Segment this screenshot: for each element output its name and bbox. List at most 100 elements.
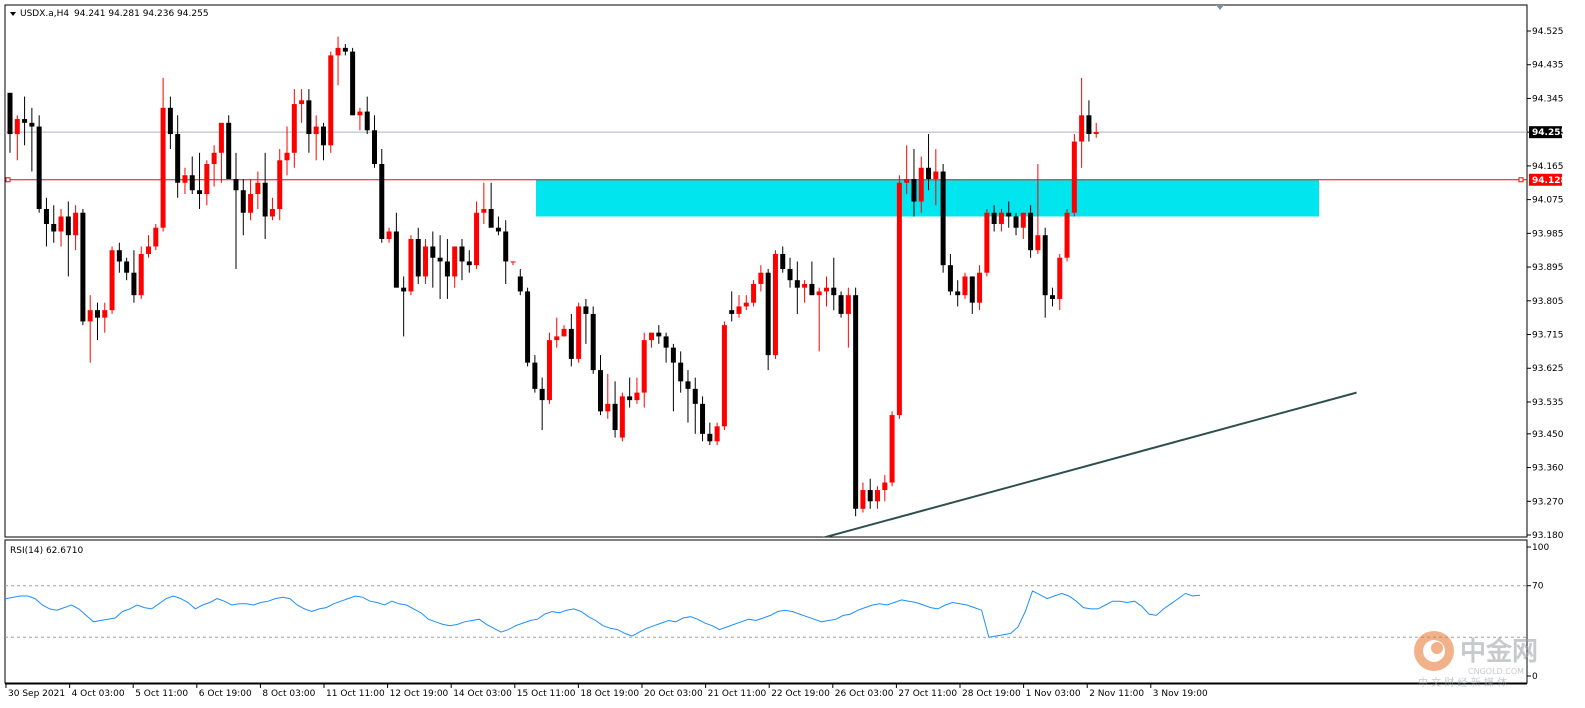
candle-body [131, 272, 137, 296]
price-tick-label: 93.270 [1532, 497, 1564, 507]
candle [80, 208, 86, 326]
candle [408, 235, 414, 296]
candle-body [955, 291, 961, 296]
candle [838, 291, 844, 318]
candle-body [58, 216, 64, 232]
candle-body [218, 122, 224, 153]
candle [350, 47, 356, 116]
candle-body [896, 182, 902, 416]
level-line-handle-right[interactable] [1518, 177, 1524, 183]
candle-body [1071, 141, 1077, 213]
time-tick-label: 11 Oct 11:00 [326, 689, 385, 699]
candle-body [1064, 212, 1070, 258]
candle [1064, 208, 1070, 262]
candle-body [656, 332, 662, 337]
candle-body [597, 370, 603, 412]
candle-body [546, 340, 552, 401]
candle [765, 268, 771, 371]
candle-body [991, 212, 997, 224]
price-tick-label: 94.165 [1532, 162, 1564, 172]
candle-body [291, 104, 297, 153]
candle-body [670, 347, 676, 363]
candle-body [408, 238, 414, 292]
candle-body [474, 212, 480, 266]
level-line-handle-left[interactable] [5, 177, 11, 183]
price-tick-label: 93.805 [1532, 297, 1564, 307]
candle-body [721, 325, 727, 427]
candle-body [853, 295, 859, 509]
symbol-label: USDX.a,H4 [20, 9, 69, 19]
candle-body [189, 175, 195, 191]
candle-body [685, 381, 691, 389]
price-tick-label: 93.715 [1532, 331, 1564, 341]
candle-body [14, 119, 20, 135]
candle-body [736, 306, 742, 314]
price-tick-label: 93.180 [1532, 531, 1564, 541]
candle-body [802, 283, 808, 288]
candle-body [700, 403, 706, 434]
candle-body [43, 208, 49, 224]
candle-body [102, 310, 108, 318]
price-tick-label: 93.895 [1532, 263, 1564, 273]
price-tick-label: 93.985 [1532, 229, 1564, 239]
candle-body [328, 55, 334, 146]
candle-body [867, 490, 873, 502]
level-price-tag: 94.128 [1532, 176, 1567, 186]
time-tick-label: 28 Oct 19:00 [962, 689, 1021, 699]
candle-body [65, 216, 71, 236]
candle-body [1042, 235, 1048, 296]
candle-body [809, 283, 815, 296]
candle-body [780, 253, 786, 269]
candle [889, 411, 895, 487]
resistance-zone-layer [536, 179, 1319, 217]
candle-body [481, 208, 487, 213]
candle-body [248, 194, 254, 213]
candle-body [22, 119, 28, 123]
candle-body [649, 332, 655, 341]
candle-body [678, 362, 684, 382]
time-tick-label: 8 Oct 03:00 [262, 689, 315, 699]
candle-body [816, 291, 822, 296]
candle-body [882, 482, 888, 491]
candle-body [933, 171, 939, 180]
candle-body [525, 291, 531, 363]
candle [619, 392, 625, 442]
time-tick-label: 5 Oct 11:00 [135, 689, 188, 699]
candle-body [466, 261, 472, 266]
candle-body [226, 122, 232, 180]
candle [853, 287, 859, 517]
candle [328, 51, 334, 153]
candle-body [160, 107, 166, 228]
candle-body [743, 302, 749, 307]
candle-body [634, 392, 640, 401]
time-tick-label: 30 Sep 2021 [8, 689, 65, 699]
candle-body [619, 396, 625, 438]
candle-body [875, 490, 881, 502]
rsi-label: RSI(14) 62.6710 [10, 546, 83, 556]
candle-body [947, 265, 953, 292]
candle [940, 164, 946, 273]
price-tick-label: 94.075 [1532, 196, 1564, 206]
candle [721, 321, 727, 431]
watermark-site: CNGOLD.COM [1468, 667, 1524, 676]
candle-body [452, 246, 458, 277]
watermark-brand: 中金网 [1460, 636, 1538, 667]
candle-body [663, 336, 669, 348]
candle-body [641, 340, 647, 393]
candle-body [1057, 257, 1063, 299]
candle-body [7, 92, 13, 135]
candle-body [109, 250, 115, 311]
candle-body [627, 396, 633, 401]
candle-body [1028, 212, 1034, 251]
candle [36, 115, 42, 213]
time-tick-label: 20 Oct 03:00 [644, 689, 703, 699]
price-tick-label: 93.450 [1532, 430, 1564, 440]
candle-body [197, 190, 203, 195]
candle-body [561, 328, 567, 337]
candle-body [517, 276, 523, 292]
candle-body [889, 415, 895, 483]
candle-body [211, 152, 217, 165]
candle-body [423, 246, 429, 277]
candle-body [911, 179, 917, 202]
candle-body [794, 280, 800, 288]
